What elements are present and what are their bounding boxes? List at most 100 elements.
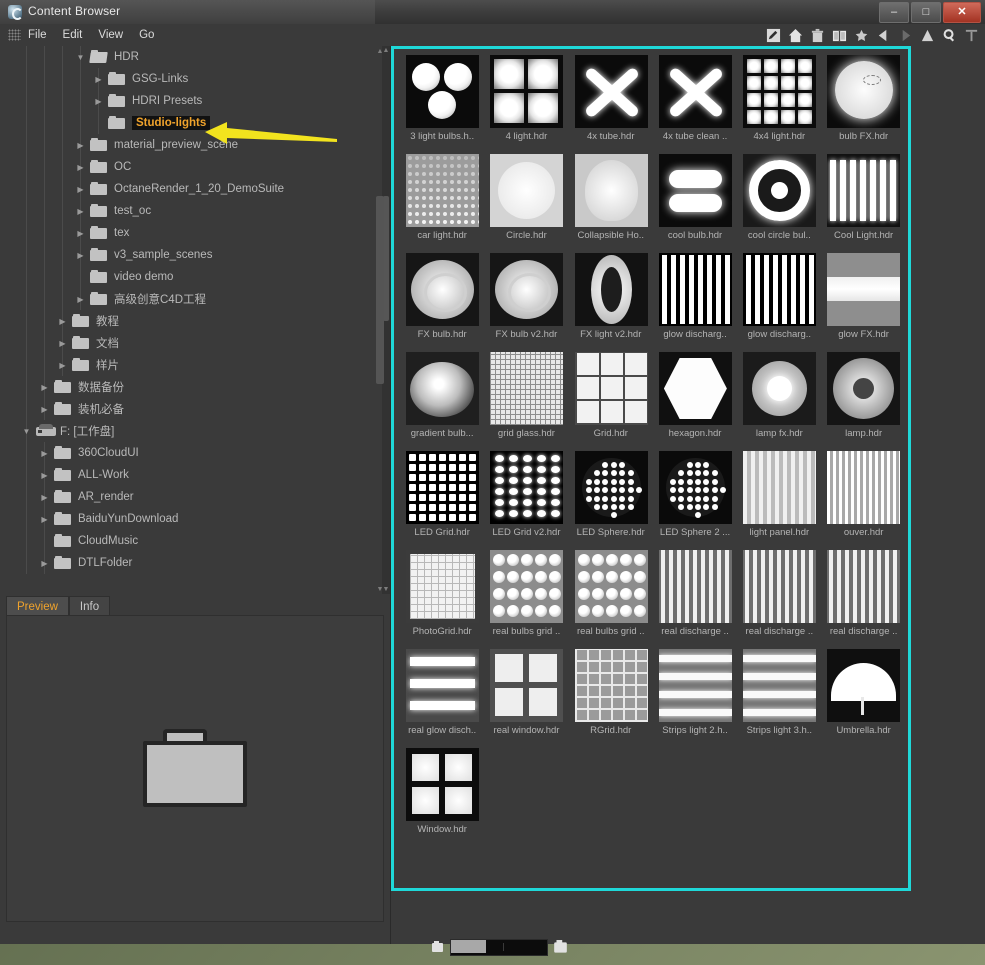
tree-item--[interactable]: ▶ 文档 — [0, 332, 382, 354]
tree-item-test-oc[interactable]: ▶ test_oc — [0, 200, 382, 222]
tree-expand-icon[interactable]: ▶ — [40, 552, 49, 574]
thumbnail-image[interactable] — [574, 154, 648, 227]
thumbnail-item[interactable]: real discharge .. — [653, 550, 737, 649]
tree-item-label[interactable]: HDRI Presets — [132, 95, 202, 107]
thumbnail-item[interactable]: real glow disch.. — [400, 649, 484, 748]
thumbnail-item[interactable]: 4x tube clean .. — [653, 55, 737, 154]
thumbnail-item[interactable]: 3 light bulbs.h.. — [400, 55, 484, 154]
thumbnail-item[interactable]: LED Sphere 2 ... — [653, 451, 737, 550]
tree-item--[interactable]: ▶ 样片 — [0, 354, 382, 376]
thumbnail-item[interactable]: FX bulb.hdr — [400, 253, 484, 352]
thumbnail-image[interactable] — [574, 451, 648, 524]
tree-item-oc[interactable]: ▶ OC — [0, 156, 382, 178]
thumbnail-item[interactable]: FX light v2.hdr — [569, 253, 653, 352]
tree-item-360cloudui[interactable]: ▶ 360CloudUI — [0, 442, 382, 464]
small-thumbnail-icon[interactable] — [431, 940, 444, 954]
thumbnail-image[interactable] — [827, 154, 901, 227]
thumbnail-image[interactable] — [406, 550, 479, 623]
pencil-icon[interactable] — [766, 28, 781, 43]
thumbnail-item[interactable]: real discharge .. — [737, 550, 821, 649]
tree-expand-icon[interactable]: ▶ — [76, 156, 85, 178]
tree-item-label[interactable]: AR_render — [78, 491, 134, 503]
book-icon[interactable] — [832, 28, 847, 43]
thumbnail-image[interactable] — [490, 352, 564, 425]
tree-item-label[interactable]: HDR — [114, 51, 139, 63]
tree-item-label[interactable]: test_oc — [114, 205, 151, 217]
thumbnail-grid[interactable]: 3 light bulbs.h.. 4 light.hdr 4x tube.hd… — [400, 55, 906, 847]
tree-expand-icon[interactable]: ▶ — [94, 68, 103, 90]
tree-item--[interactable]: ▶ 装机必备 — [0, 398, 382, 420]
tree-item-tex[interactable]: ▶ tex — [0, 222, 382, 244]
close-button[interactable]: ✕ — [943, 2, 981, 23]
tree-item--c4d-[interactable]: ▶ 高级创意C4D工程 — [0, 288, 382, 310]
thumbnail-image[interactable] — [743, 253, 817, 326]
back-arrow-icon[interactable] — [876, 28, 891, 43]
tree-expand-icon[interactable]: ▶ — [76, 178, 85, 200]
thumbnail-image[interactable] — [827, 649, 901, 722]
tree-item-label[interactable]: 装机必备 — [78, 401, 124, 417]
tree-item-label[interactable]: Studio-lights — [132, 116, 211, 130]
thumbnail-item[interactable]: 4x4 light.hdr — [737, 55, 821, 154]
maximize-button[interactable]: □ — [911, 2, 941, 23]
thumbnail-image[interactable] — [406, 253, 479, 326]
browser-scroll-up-icon[interactable]: ▲ — [375, 48, 385, 58]
tree-item-label[interactable]: 样片 — [96, 357, 119, 373]
thumbnail-image[interactable] — [827, 253, 901, 326]
tree-expand-icon[interactable]: ▶ — [40, 486, 49, 508]
tree-item-gsg-links[interactable]: ▶ GSG-Links — [0, 68, 382, 90]
thumbnail-item[interactable]: gradient bulb... — [400, 352, 484, 451]
thumbnail-item[interactable]: Grid.hdr — [569, 352, 653, 451]
thumbnail-item[interactable]: real window.hdr — [484, 649, 568, 748]
tree-expand-icon[interactable]: ▶ — [76, 222, 85, 244]
thumbnail-image[interactable] — [490, 451, 564, 524]
thumbnail-item[interactable]: 4 light.hdr — [484, 55, 568, 154]
tree-item-label[interactable]: tex — [114, 227, 129, 239]
tree-item--[interactable]: ▶ 教程 — [0, 310, 382, 332]
tree-item-label[interactable]: 360CloudUI — [78, 447, 139, 459]
tree-item-v3-sample-scenes[interactable]: ▶ v3_sample_scenes — [0, 244, 382, 266]
tree-item-label[interactable]: 教程 — [96, 313, 119, 329]
thumbnail-image[interactable] — [574, 649, 648, 722]
thumbnail-image[interactable] — [658, 649, 732, 722]
tree-item-baiduyundownload[interactable]: ▶ BaiduYunDownload — [0, 508, 382, 530]
thumbnail-item[interactable]: Strips light 3.h.. — [737, 649, 821, 748]
tree-item-label[interactable]: ALL-Work — [78, 469, 129, 481]
thumbnail-image[interactable] — [490, 550, 564, 623]
thumbnail-item[interactable]: glow discharg.. — [653, 253, 737, 352]
forward-arrow-icon[interactable] — [898, 28, 913, 43]
tree-expand-icon[interactable]: ▶ — [76, 288, 85, 310]
drag-grip-icon[interactable] — [8, 29, 21, 41]
tree-item-material-preview-scene[interactable]: ▶ material_preview_scene — [0, 134, 382, 156]
tree-expand-icon[interactable]: ▶ — [58, 310, 67, 332]
tree-collapse-icon[interactable]: ▼ — [22, 420, 31, 442]
tree-expand-icon[interactable]: ▶ — [40, 398, 49, 420]
tree-item-ar-render[interactable]: ▶ AR_render — [0, 486, 382, 508]
search-icon[interactable] — [942, 28, 957, 43]
thumbnail-item[interactable]: light panel.hdr — [737, 451, 821, 550]
thumbnail-item[interactable]: LED Grid v2.hdr — [484, 451, 568, 550]
thumbnail-image[interactable] — [658, 55, 732, 128]
thumbnail-image[interactable] — [406, 649, 479, 722]
tree-item-all-work[interactable]: ▶ ALL-Work — [0, 464, 382, 486]
thumbnail-image[interactable] — [406, 451, 479, 524]
thumbnail-size-slider[interactable] — [450, 938, 548, 956]
folder-tree[interactable]: ▼ HDR ▶ GSG-Links ▶ HDRI Presets Studio-lights… — [0, 46, 382, 594]
thumbnail-item[interactable]: real bulbs grid .. — [569, 550, 653, 649]
menu-view[interactable]: View — [98, 29, 123, 41]
tree-item-label[interactable]: material_preview_scene — [114, 139, 238, 151]
browser-scrollbar[interactable]: ▲ ▼ — [375, 46, 385, 606]
thumbnail-image[interactable] — [658, 352, 732, 425]
filter-icon[interactable] — [964, 28, 979, 43]
thumbnail-image[interactable] — [827, 55, 901, 128]
tree-item-label[interactable]: v3_sample_scenes — [114, 249, 212, 261]
thumbnail-image[interactable] — [658, 253, 732, 326]
thumbnail-image[interactable] — [490, 649, 564, 722]
menu-file[interactable]: File — [28, 29, 47, 41]
thumbnail-image[interactable] — [490, 55, 564, 128]
up-arrow-icon[interactable] — [920, 28, 935, 43]
thumbnail-image[interactable] — [658, 550, 732, 623]
thumbnail-image[interactable] — [574, 550, 648, 623]
thumbnail-item[interactable]: FX bulb v2.hdr — [484, 253, 568, 352]
tree-item-label[interactable]: F: [工作盘] — [60, 423, 114, 439]
thumbnail-image[interactable] — [658, 451, 732, 524]
